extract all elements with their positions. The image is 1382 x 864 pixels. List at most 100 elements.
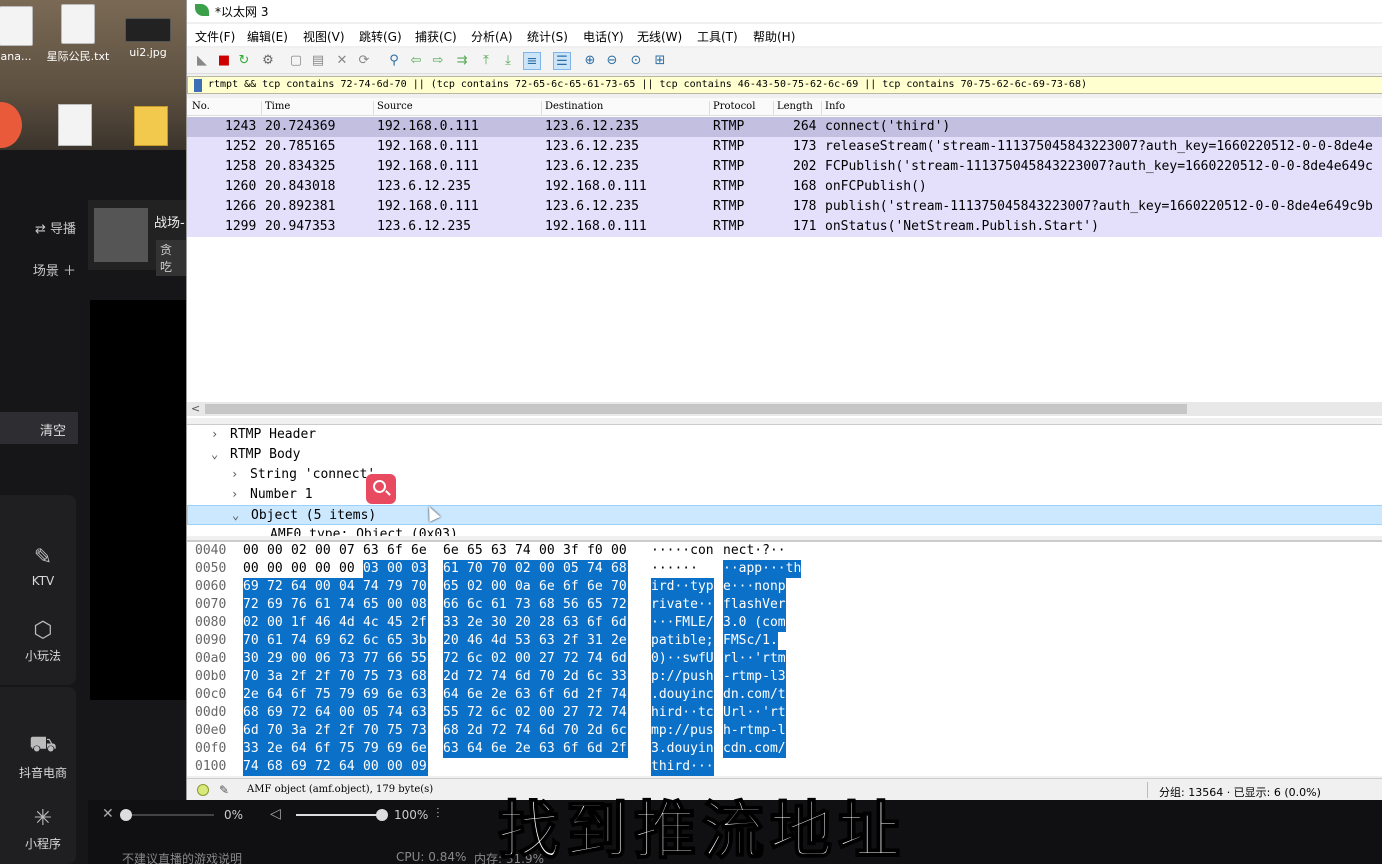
hex-byte[interactable]: 03 [363, 560, 387, 578]
hex-byte[interactable]: 72 [611, 596, 628, 614]
col-protocol[interactable]: Protocol [709, 101, 773, 115]
table-row[interactable]: 1260 20.843018 123.6.12.235 192.168.0.111 RT… [187, 177, 1382, 197]
hex-byte[interactable]: 53 [515, 632, 539, 650]
hex-byte[interactable]: 72 [491, 722, 515, 740]
hex-byte[interactable]: 72 [467, 668, 491, 686]
hex-byte[interactable]: 69 [267, 704, 291, 722]
menu-telephony[interactable]: 电话(Y) [583, 28, 624, 45]
hex-byte[interactable]: 6c [467, 650, 491, 668]
col-source[interactable]: Source [373, 101, 543, 115]
hex-byte[interactable]: 00 [387, 560, 411, 578]
streamer-card[interactable]: 战场- 贪吃 [88, 200, 186, 276]
hex-byte[interactable]: 65 [443, 578, 467, 596]
hex-byte[interactable]: 64 [291, 740, 315, 758]
hex-byte[interactable]: 64 [291, 578, 315, 596]
hex-byte[interactable]: 4d [339, 614, 363, 632]
hex-byte[interactable]: 45 [387, 614, 411, 632]
hex-byte[interactable]: 74 [291, 632, 315, 650]
packet-list-hscroll[interactable]: < [187, 402, 1382, 416]
hex-byte[interactable]: 6e [467, 686, 491, 704]
hex-byte[interactable]: 74 [387, 704, 411, 722]
hex-byte[interactable]: 70 [243, 668, 267, 686]
hex-byte[interactable]: 06 [315, 650, 339, 668]
hex-byte[interactable]: 02 [515, 560, 539, 578]
hex-byte[interactable]: 04 [339, 578, 363, 596]
hex-byte[interactable]: 4c [363, 614, 387, 632]
ascii-chunk[interactable]: e···nonp [723, 578, 786, 596]
hex-byte[interactable]: 00 [539, 542, 563, 560]
table-row[interactable]: 1299 20.947353 123.6.12.235 192.168.0.111 RT… [187, 217, 1382, 237]
hex-byte[interactable]: 56 [563, 596, 587, 614]
hex-byte[interactable]: 6f [315, 740, 339, 758]
hex-byte[interactable]: 6e [491, 740, 515, 758]
hex-byte[interactable]: 2f [291, 668, 315, 686]
hex-byte[interactable]: 64 [443, 686, 467, 704]
first-packet-icon[interactable]: ⤒ [477, 52, 495, 70]
table-row[interactable]: 1243 20.724369 192.168.0.111 123.6.12.235 RT… [187, 117, 1382, 137]
hex-byte[interactable]: 2e [611, 632, 628, 650]
hex-byte[interactable]: 75 [387, 722, 411, 740]
go-forward-icon[interactable]: ⇨ [429, 52, 447, 70]
hex-byte[interactable]: 6e [539, 578, 563, 596]
ascii-chunk[interactable]: h-rtmp-l [723, 722, 786, 740]
hex-byte[interactable]: 09 [411, 758, 428, 776]
hex-byte[interactable]: 74 [587, 650, 611, 668]
nav-director[interactable]: ⇄ 导播 [0, 218, 76, 237]
hex-byte[interactable]: 74 [491, 668, 515, 686]
app-round-icon[interactable] [0, 102, 22, 148]
menu-analyze[interactable]: 分析(A) [471, 28, 513, 45]
ascii-chunk[interactable]: mp://pus [651, 722, 714, 740]
hex-byte[interactable]: 00 [539, 560, 563, 578]
hex-byte[interactable]: 70 [563, 722, 587, 740]
tree-item[interactable]: AMF0 type: Object (0x03) [187, 525, 1382, 536]
hex-byte[interactable]: 75 [339, 740, 363, 758]
hex-byte[interactable]: 6d [515, 668, 539, 686]
hex-byte[interactable]: 69 [243, 578, 267, 596]
ascii-chunk[interactable]: rivate·· [651, 596, 714, 614]
speaker-volume-slider[interactable] [296, 809, 388, 821]
menu-edit[interactable]: 编辑(E) [247, 28, 288, 45]
mic-volume-slider[interactable] [120, 809, 214, 821]
hex-byte[interactable]: 00 [315, 560, 339, 578]
hex-byte[interactable]: 63 [539, 740, 563, 758]
hex-byte[interactable]: 0a [515, 578, 539, 596]
floating-search-button[interactable] [366, 474, 396, 504]
hex-byte[interactable]: 00 [243, 542, 267, 560]
hex-byte[interactable]: 69 [291, 758, 315, 776]
capture-status-icon[interactable] [197, 784, 209, 796]
hex-byte[interactable]: 73 [411, 722, 428, 740]
hex-byte[interactable]: 2e [267, 740, 291, 758]
hex-byte[interactable]: 64 [267, 686, 291, 704]
hex-byte[interactable]: 68 [443, 722, 467, 740]
hex-byte[interactable]: 00 [387, 758, 411, 776]
hex-byte[interactable]: f0 [587, 542, 611, 560]
stop-capture-icon[interactable]: ■ [215, 52, 233, 70]
menu-statistics[interactable]: 统计(S) [527, 28, 568, 45]
hex-byte[interactable]: 00 [267, 560, 291, 578]
hex-byte[interactable]: 6d [611, 614, 628, 632]
mic-muted-icon[interactable]: ✕ [102, 806, 114, 822]
hex-byte[interactable]: 20 [443, 632, 467, 650]
hex-byte[interactable]: 70 [411, 578, 428, 596]
hex-byte[interactable]: 77 [363, 650, 387, 668]
hex-byte[interactable]: 2f [411, 614, 428, 632]
hex-byte[interactable]: 2d [587, 722, 611, 740]
hex-byte[interactable]: 79 [363, 740, 387, 758]
hex-byte[interactable]: 69 [267, 596, 291, 614]
hex-byte[interactable]: 72 [587, 704, 611, 722]
ascii-chunk[interactable]: patible; [651, 632, 714, 650]
resize-columns-icon[interactable]: ⊞ [651, 52, 669, 70]
hex-byte[interactable]: 66 [443, 596, 467, 614]
slider-knob[interactable] [120, 809, 132, 821]
scroll-thumb[interactable] [205, 404, 1187, 414]
hex-byte[interactable]: 70 [243, 632, 267, 650]
menu-help[interactable]: 帮助(H) [753, 28, 795, 45]
ascii-chunk[interactable]: dn.com/t [723, 686, 786, 704]
tree-item[interactable]: ⌄ RTMP Body [187, 445, 1382, 465]
hex-byte[interactable]: 65 [587, 596, 611, 614]
hex-byte[interactable]: 63 [411, 704, 428, 722]
hex-byte[interactable]: 79 [387, 578, 411, 596]
tree-item[interactable]: › RTMP Header [187, 425, 1382, 445]
hex-byte[interactable]: 74 [515, 542, 539, 560]
hex-byte[interactable]: 6f [291, 686, 315, 704]
